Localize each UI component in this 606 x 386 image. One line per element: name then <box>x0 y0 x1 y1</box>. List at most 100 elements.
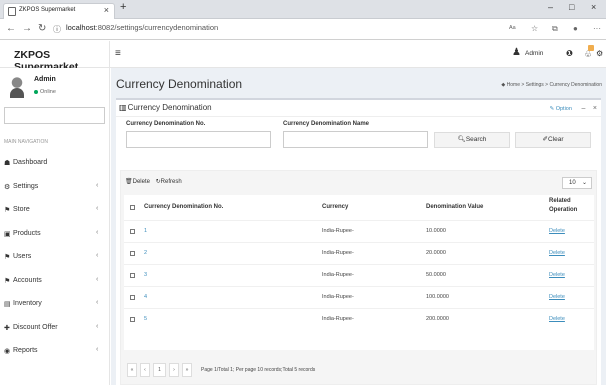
read-aloud-icon[interactable]: ᴬᵃ <box>509 24 516 33</box>
header-denomination-value[interactable]: Denomination Value <box>426 203 483 212</box>
clear-button[interactable]: ✐Clear <box>515 132 591 148</box>
row-checkbox[interactable] <box>130 317 135 322</box>
cell-denomination-no[interactable]: 2 <box>144 250 147 256</box>
row-checkbox[interactable] <box>130 273 135 278</box>
content-box: ▥Currency Denomination ✎ Option – × Curr… <box>116 98 601 386</box>
more-icon[interactable]: ··· <box>593 24 601 33</box>
header-currency[interactable]: Currency <box>322 203 348 212</box>
collapse-button[interactable]: – <box>581 105 585 112</box>
clear-button-label: Clear <box>547 136 564 143</box>
breadcrumb-settings[interactable]: Settings <box>526 82 544 88</box>
window-maximize-button[interactable]: □ <box>569 2 574 12</box>
search-button[interactable]: 🔍︎Search <box>434 132 510 148</box>
pagination-info: Page 1/Total 1; Per page 10 records;Tota… <box>201 367 316 373</box>
browser-tab-bar: ZKPOS Supermarket × + – □ × <box>0 0 606 19</box>
url-field[interactable]: localhost:8082/settings/currencydenomina… <box>66 23 218 32</box>
breadcrumb-home[interactable]: Home <box>507 82 520 88</box>
window-minimize-button[interactable]: – <box>548 2 553 12</box>
cell-currency: India-Rupee- <box>322 250 354 256</box>
settings-gear-icon[interactable]: ⚙ <box>596 49 603 58</box>
sidebar-item-icon: ⚑ <box>4 207 11 214</box>
refresh-toolbar-button[interactable]: ↻Refresh <box>156 179 182 185</box>
delete-row-link[interactable]: Delete <box>549 272 565 278</box>
sidebar-item-store[interactable]: ⚑ Store ‹ <box>0 199 110 221</box>
page-size-select[interactable]: 10 ⌄ <box>562 177 592 189</box>
favorites-icon[interactable]: ☆ <box>531 24 538 33</box>
sidebar-item-products[interactable]: ▣ Products ‹ <box>0 223 110 245</box>
sidebar-item-reports[interactable]: ◉ Reports ‹ <box>0 340 110 362</box>
box-header: ▥Currency Denomination ✎ Option – × <box>116 100 601 117</box>
admin-name[interactable]: Admin <box>525 50 543 57</box>
nav-header: MAIN NAVIGATION <box>4 139 48 145</box>
header-denomination-no[interactable]: Currency Denomination No. <box>144 203 223 212</box>
table-row[interactable]: 1 India-Rupee- 10.0000 Delete <box>124 220 594 242</box>
new-tab-button[interactable]: + <box>120 1 126 13</box>
select-all-checkbox[interactable] <box>130 205 135 210</box>
current-page-button[interactable]: 1 <box>153 363 166 377</box>
breadcrumb: ◆ Home > Settings > Currency Denominatio… <box>501 82 602 88</box>
cell-denomination-value: 200.0000 <box>426 316 449 322</box>
cell-denomination-no[interactable]: 1 <box>144 228 147 234</box>
sidebar-item-users[interactable]: ⚑ Users ‹ <box>0 246 110 268</box>
profile-icon[interactable]: ● <box>573 24 578 33</box>
sidebar-item-icon: ✚ <box>4 324 10 332</box>
table-row[interactable]: 5 India-Rupee- 200.0000 Delete <box>124 308 594 330</box>
user-avatar-icon[interactable]: ♟ <box>512 47 521 58</box>
chevron-left-icon: ‹ <box>96 299 99 306</box>
table-row[interactable]: 4 India-Rupee- 100.0000 Delete <box>124 286 594 308</box>
url-host: localhost <box>66 23 96 32</box>
sidebar-item-dashboard[interactable]: ☗ Dashboard <box>0 152 110 174</box>
cell-denomination-no[interactable]: 3 <box>144 272 147 278</box>
cell-denomination-value: 20.0000 <box>426 250 446 256</box>
sidebar-item-label: Store <box>13 206 30 213</box>
sidebar-item-accounts[interactable]: ⚑ Accounts ‹ <box>0 270 110 292</box>
grid-toolbar: 🗑︎Delete ↻Refresh <box>125 178 182 185</box>
bank-icon: ▥ <box>119 103 127 112</box>
cell-currency: India-Rupee- <box>322 272 354 278</box>
sidebar-item-icon: ◉ <box>4 348 11 355</box>
url-path: :8082/settings/currencydenomination <box>95 23 219 32</box>
table-row[interactable]: 3 India-Rupee- 50.0000 Delete <box>124 264 594 286</box>
denomination-table: Currency Denomination No. Currency Denom… <box>124 195 594 350</box>
reload-icon[interactable]: ↻ <box>38 23 46 34</box>
box-title-text: Currency Denomination <box>127 103 212 112</box>
delete-row-link[interactable]: Delete <box>549 250 565 256</box>
denomination-name-input[interactable] <box>283 131 428 148</box>
first-page-button[interactable]: « <box>127 363 137 377</box>
back-icon[interactable]: ← <box>6 23 16 34</box>
brand-logo[interactable]: ZKPOS Supermarket <box>0 41 110 73</box>
collections-icon[interactable]: ⧉ <box>552 24 558 34</box>
sidebar-item-label: Settings <box>13 182 39 190</box>
browser-tab[interactable]: ZKPOS Supermarket × <box>3 3 115 19</box>
sidebar-search-input[interactable] <box>4 107 105 124</box>
option-button[interactable]: ✎ Option <box>550 106 572 112</box>
delete-toolbar-button[interactable]: 🗑︎Delete <box>125 179 150 185</box>
cell-denomination-no[interactable]: 5 <box>144 316 147 322</box>
info-icon[interactable]: ❶ <box>566 49 573 58</box>
denomination-no-label: Currency Denomination No. <box>126 121 206 127</box>
address-bar: ← → ↻ ⓘ localhost:8082/settings/currency… <box>0 19 606 40</box>
last-page-button[interactable]: » <box>182 363 192 377</box>
sidebar-item-settings[interactable]: ⚙ Settings ‹ <box>0 176 110 198</box>
box-close-button[interactable]: × <box>593 105 597 112</box>
row-checkbox[interactable] <box>130 295 135 300</box>
forward-icon[interactable]: → <box>22 23 32 34</box>
tab-close-icon[interactable]: × <box>104 5 109 15</box>
table-row[interactable]: 2 India-Rupee- 20.0000 Delete <box>124 242 594 264</box>
sidebar-item-icon: ▣ <box>4 230 11 238</box>
window-close-button[interactable]: × <box>591 2 596 12</box>
hamburger-icon[interactable]: ≡ <box>115 48 121 59</box>
delete-row-link[interactable]: Delete <box>549 228 565 234</box>
delete-row-link[interactable]: Delete <box>549 316 565 322</box>
sidebar-item-icon: ⚑ <box>4 254 11 261</box>
row-checkbox[interactable] <box>130 251 135 256</box>
denomination-no-input[interactable] <box>126 131 271 148</box>
prev-page-button[interactable]: ‹ <box>140 363 150 377</box>
sidebar-item-inventory[interactable]: ▤ Inventory ‹ <box>0 293 110 315</box>
sidebar-item-discount-offer[interactable]: ✚ Discount Offer ‹ <box>0 317 110 339</box>
delete-row-link[interactable]: Delete <box>549 294 565 300</box>
cell-denomination-no[interactable]: 4 <box>144 294 147 300</box>
next-page-button[interactable]: › <box>169 363 179 377</box>
row-checkbox[interactable] <box>130 229 135 234</box>
info-icon[interactable]: ⓘ <box>53 24 61 35</box>
